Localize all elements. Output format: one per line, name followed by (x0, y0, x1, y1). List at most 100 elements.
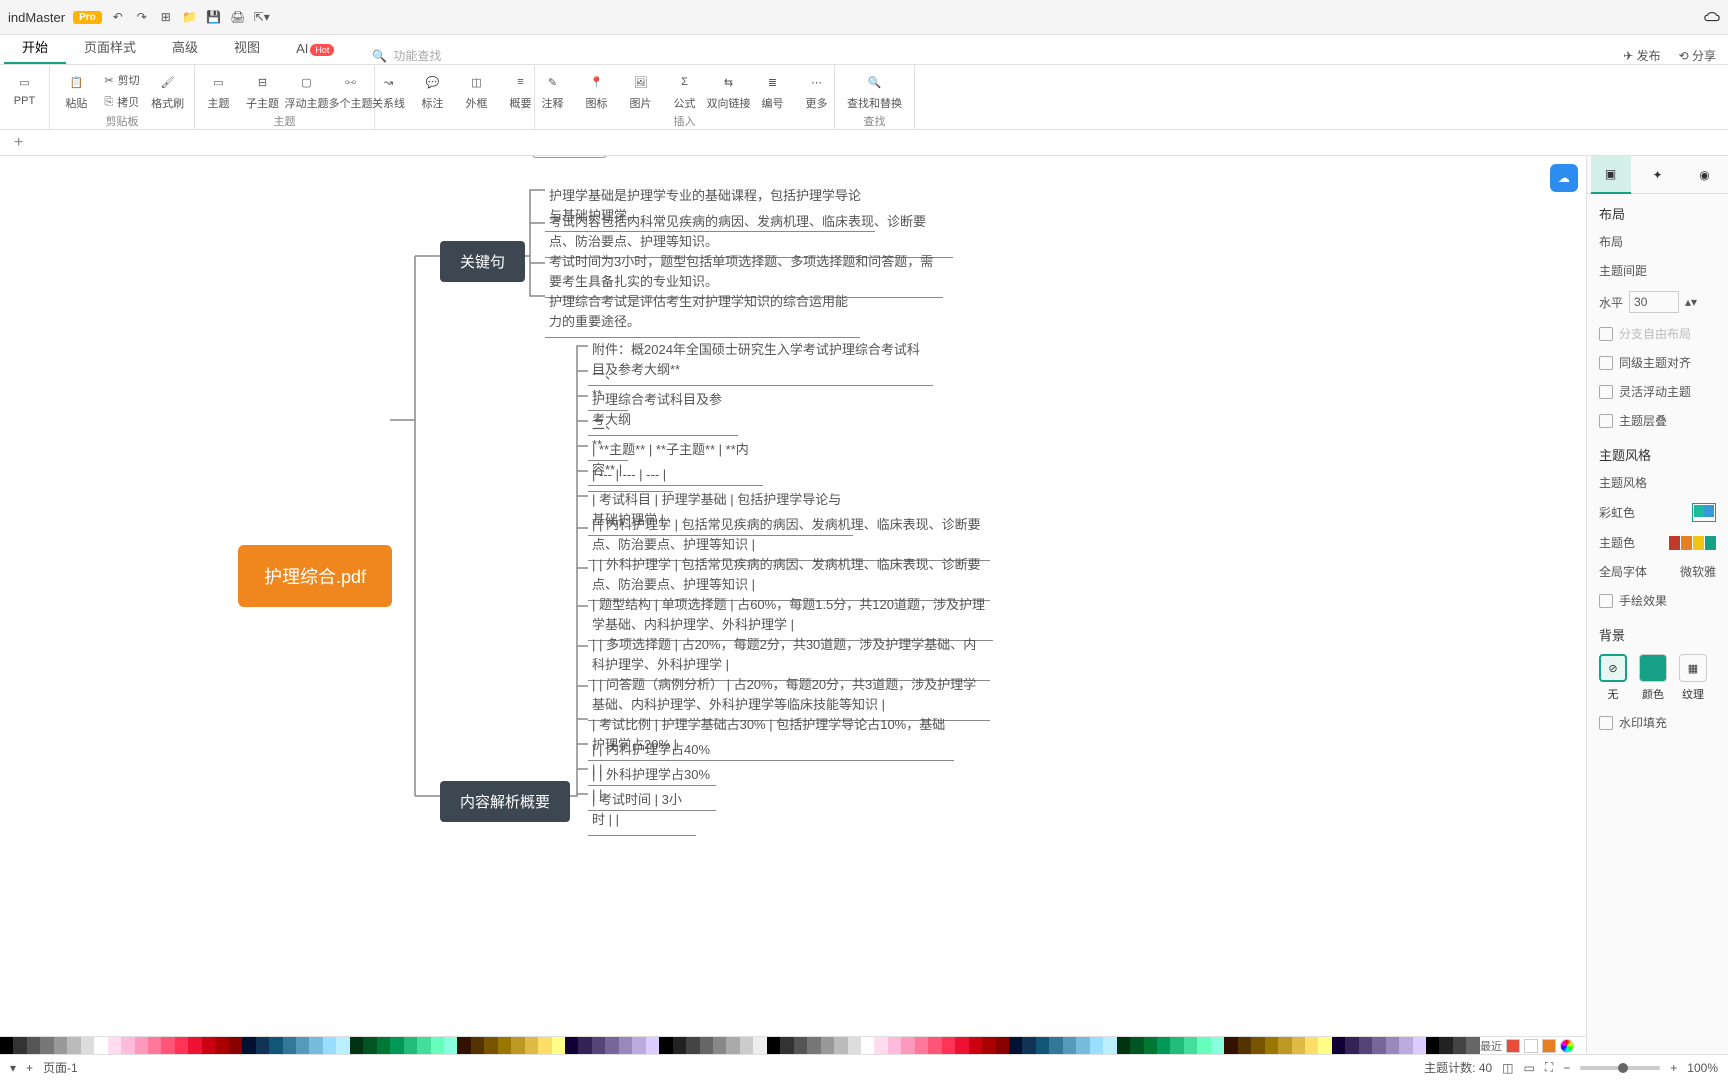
subtopic-button[interactable]: ⊟子主题 (241, 69, 285, 113)
page-options[interactable]: ▾ (10, 1061, 16, 1075)
color-swatch[interactable] (40, 1037, 53, 1055)
font-select[interactable]: 微软雅 (1680, 563, 1716, 580)
zoom-out-icon[interactable]: − (1563, 1061, 1570, 1075)
color-swatch[interactable] (1063, 1037, 1076, 1055)
print-icon[interactable]: 🖨 (230, 9, 246, 25)
zoom-in-icon[interactable]: + (1670, 1061, 1677, 1075)
color-swatch[interactable] (390, 1037, 403, 1055)
watermark-checkbox[interactable] (1599, 716, 1613, 730)
color-swatch[interactable] (161, 1037, 174, 1055)
topic-button[interactable]: ▭主题 (197, 69, 241, 113)
color-swatch[interactable] (148, 1037, 161, 1055)
format-painter-button[interactable]: 🖌格式刷 (146, 69, 190, 113)
leaf-node[interactable]: | 考试时间 | 3小时 | | (588, 788, 696, 836)
color-swatch[interactable] (202, 1037, 215, 1055)
page-name[interactable]: 页面-1 (43, 1059, 78, 1076)
bg-color-button[interactable]: 颜色 (1639, 654, 1667, 702)
add-page-button[interactable]: + (8, 134, 29, 152)
color-swatch[interactable] (1413, 1037, 1426, 1055)
spinner-icon[interactable]: ▴▾ (1685, 295, 1697, 309)
fit-icon[interactable]: ⛶ (1545, 1060, 1553, 1075)
color-swatch[interactable] (646, 1037, 659, 1055)
color-swatch[interactable] (309, 1037, 322, 1055)
feature-search[interactable]: 🔍 功能查找 (372, 47, 441, 64)
color-swatch[interactable] (861, 1037, 874, 1055)
icon-marker-button[interactable]: 📍图标 (575, 69, 619, 113)
color-swatch[interactable] (1439, 1037, 1452, 1055)
zoom-value[interactable]: 100% (1687, 1061, 1718, 1075)
note-button[interactable]: ✎注释 (531, 69, 575, 113)
color-swatch[interactable] (794, 1037, 807, 1055)
color-swatch[interactable] (969, 1037, 982, 1055)
color-swatch[interactable] (619, 1037, 632, 1055)
color-swatch[interactable] (336, 1037, 349, 1055)
color-swatch[interactable] (431, 1037, 444, 1055)
color-swatch[interactable] (1076, 1037, 1089, 1055)
color-swatch[interactable] (874, 1037, 887, 1055)
color-swatch[interactable] (848, 1037, 861, 1055)
share-button[interactable]: ⟲ 分享 (1679, 47, 1716, 64)
color-swatch[interactable] (767, 1037, 780, 1055)
theme-color-swatch[interactable] (1669, 536, 1716, 550)
add-page[interactable]: + (26, 1061, 33, 1075)
color-swatch[interactable] (659, 1037, 672, 1055)
hyperlink-button[interactable]: ⇆双向链接 (707, 69, 751, 113)
float-topic-button[interactable]: ▢浮动主题 (285, 69, 329, 113)
color-swatch[interactable] (525, 1037, 538, 1055)
color-swatch[interactable] (471, 1037, 484, 1055)
color-swatch[interactable] (1318, 1037, 1331, 1055)
color-swatch[interactable] (807, 1037, 820, 1055)
export-icon[interactable]: ⇱▾ (254, 9, 270, 25)
present-icon[interactable]: ▭ (1524, 1061, 1535, 1075)
ppt-button[interactable]: ▭PPT (3, 69, 47, 109)
formula-button[interactable]: Σ公式 (663, 69, 707, 113)
topic-node[interactable] (532, 156, 607, 158)
color-swatch[interactable] (283, 1037, 296, 1055)
rainbow-swatch[interactable] (1692, 503, 1716, 522)
color-swatch[interactable] (54, 1037, 67, 1055)
paste-button[interactable]: 📋粘贴 (54, 69, 98, 113)
color-swatch[interactable] (686, 1037, 699, 1055)
color-swatch[interactable] (0, 1037, 13, 1055)
callout-button[interactable]: 💬标注 (411, 69, 455, 113)
color-swatch[interactable] (928, 1037, 941, 1055)
hand-drawn-checkbox[interactable] (1599, 594, 1613, 608)
color-swatch[interactable] (256, 1037, 269, 1055)
stack-checkbox[interactable] (1599, 414, 1613, 428)
horiz-spacing-input[interactable]: 30 (1629, 291, 1679, 313)
color-swatch[interactable] (175, 1037, 188, 1055)
color-swatch[interactable] (377, 1037, 390, 1055)
color-swatch[interactable] (404, 1037, 417, 1055)
color-swatch[interactable] (1117, 1037, 1130, 1055)
branch-content-parse[interactable]: 内容解析概要 (440, 781, 570, 822)
color-swatch[interactable] (726, 1037, 739, 1055)
color-swatch[interactable] (1022, 1037, 1035, 1055)
tab-page-style[interactable]: 页面样式 (66, 31, 154, 64)
color-swatch[interactable] (363, 1037, 376, 1055)
tab-start[interactable]: 开始 (4, 31, 66, 64)
cut-button[interactable]: ✂剪切 (98, 69, 145, 91)
color-swatch[interactable] (1211, 1037, 1224, 1055)
color-swatch[interactable] (108, 1037, 121, 1055)
color-swatch[interactable] (350, 1037, 363, 1055)
image-button[interactable]: 🖼图片 (619, 69, 663, 113)
free-layout-checkbox[interactable] (1599, 327, 1613, 341)
color-swatch[interactable] (1184, 1037, 1197, 1055)
color-swatch[interactable] (67, 1037, 80, 1055)
color-swatch[interactable] (1090, 1037, 1103, 1055)
color-swatch[interactable] (121, 1037, 134, 1055)
color-swatch[interactable] (1197, 1037, 1210, 1055)
color-swatch[interactable] (713, 1037, 726, 1055)
zoom-slider[interactable] (1580, 1066, 1660, 1070)
color-swatch[interactable] (821, 1037, 834, 1055)
color-swatch[interactable] (323, 1037, 336, 1055)
number-button[interactable]: ≣编号 (751, 69, 795, 113)
color-swatch[interactable] (457, 1037, 470, 1055)
color-swatch[interactable] (1009, 1037, 1022, 1055)
color-swatch[interactable] (215, 1037, 228, 1055)
color-swatch[interactable] (673, 1037, 686, 1055)
color-swatch[interactable] (1359, 1037, 1372, 1055)
color-swatch[interactable] (565, 1037, 578, 1055)
color-swatch[interactable] (538, 1037, 551, 1055)
cloud-icon[interactable] (1704, 9, 1720, 25)
